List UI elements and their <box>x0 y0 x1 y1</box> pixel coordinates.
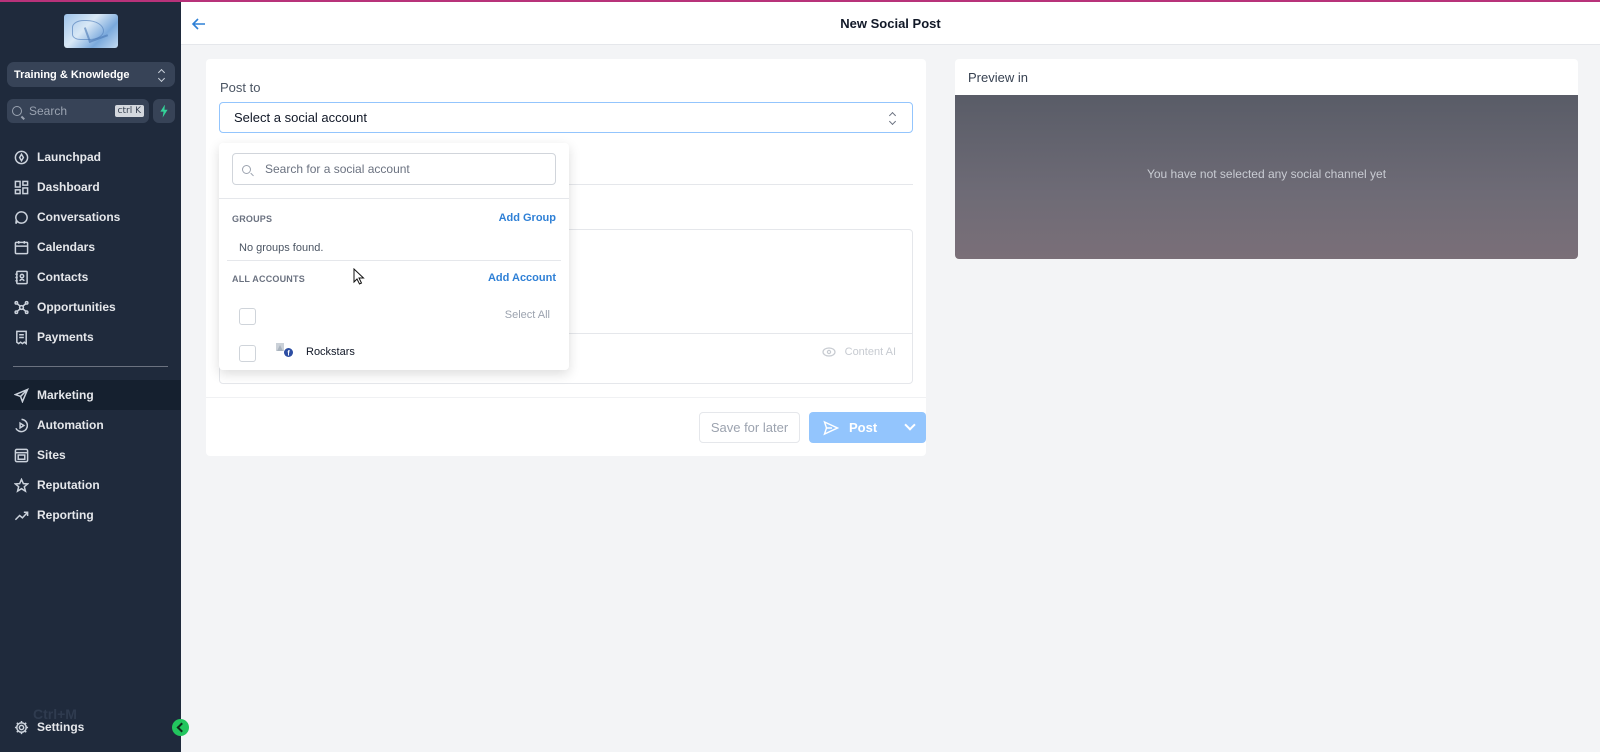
account-search-input[interactable] <box>265 162 545 176</box>
search-label: Search <box>29 104 68 118</box>
sidebar-item-label: Conversations <box>37 210 121 224</box>
collapse-sidebar-button[interactable] <box>172 719 189 736</box>
content-ai-label: Content AI <box>844 346 896 358</box>
composer-footer-divider <box>206 397 926 398</box>
sidebar-item-settings[interactable]: Settings <box>0 713 181 741</box>
sidebar-item-calendars[interactable]: Calendars <box>0 232 181 262</box>
receipt-icon <box>16 330 27 345</box>
post-to-label: Post to <box>220 80 261 95</box>
add-group-link[interactable]: Add Group <box>499 212 556 224</box>
sidebar-item-label: Settings <box>37 720 85 734</box>
star-icon <box>14 477 29 493</box>
sidebar-item-marketing[interactable]: Marketing <box>0 380 181 410</box>
preview-panel: Preview in You have not selected any soc… <box>955 59 1578 259</box>
nav-secondary: Marketing Automation Sites Reputation Re… <box>0 380 181 530</box>
sidebar-item-label: Launchpad <box>37 150 102 164</box>
nav-divider <box>13 366 168 367</box>
groups-heading: GROUPS <box>232 214 273 224</box>
sidebar-item-label: Marketing <box>37 388 94 402</box>
sidebar-item-label: Reporting <box>37 508 94 522</box>
content-ai-button[interactable]: Content AI <box>822 345 896 359</box>
select-all-checkbox[interactable] <box>239 308 256 325</box>
social-account-dropdown: GROUPS Add Group No groups found. ALL AC… <box>219 143 569 370</box>
content-ai-icon <box>822 347 836 357</box>
rocket-icon <box>14 150 29 164</box>
dropdown-divider <box>219 198 569 199</box>
sidebar-item-contacts[interactable]: Contacts <box>0 262 181 292</box>
sidebar: Training & Knowledge Search ctrl K Launc… <box>0 0 181 752</box>
sidebar-item-conversations[interactable]: Conversations <box>0 202 181 232</box>
sidebar-item-automation[interactable]: Automation <box>0 410 181 440</box>
social-account-select[interactable]: Select a social account <box>219 102 913 133</box>
sidebar-item-reporting[interactable]: Reporting <box>0 500 181 530</box>
sidebar-item-dashboard[interactable]: Dashboard <box>0 172 181 202</box>
dropdown-divider <box>227 260 561 261</box>
search-shortcut: ctrl K <box>114 105 144 117</box>
send-icon <box>823 420 839 435</box>
trend-icon <box>14 510 29 520</box>
sidebar-item-label: Automation <box>37 418 104 432</box>
select-all-label[interactable]: Select All <box>505 309 550 321</box>
account-switcher[interactable]: Training & Knowledge <box>7 62 175 87</box>
page-title: New Social Post <box>840 16 941 31</box>
chevron-down-icon[interactable] <box>904 419 916 431</box>
company-logo[interactable] <box>64 14 118 48</box>
sidebar-item-sites[interactable]: Sites <box>0 440 181 470</box>
post-button[interactable]: Post <box>809 412 926 443</box>
page-header: New Social Post <box>181 0 1600 45</box>
sidebar-item-label: Reputation <box>37 478 100 492</box>
preview-body: You have not selected any social channel… <box>955 95 1578 259</box>
automation-icon <box>15 418 29 432</box>
social-account-select-value: Select a social account <box>234 110 367 125</box>
search-icon <box>12 106 22 116</box>
save-for-later-button[interactable]: Save for later <box>699 412 800 443</box>
sidebar-item-label: Calendars <box>37 240 96 254</box>
account-checkbox[interactable] <box>239 345 256 362</box>
add-account-link[interactable]: Add Account <box>488 272 556 284</box>
calendar-icon <box>14 240 29 254</box>
nav-settings: Settings <box>0 713 181 741</box>
sidebar-item-label: Payments <box>37 330 94 344</box>
sidebar-item-label: Opportunities <box>37 300 116 314</box>
preview-empty-message: You have not selected any social channel… <box>1146 167 1387 181</box>
sidebar-item-label: Dashboard <box>37 180 100 194</box>
facebook-account-avatar-icon: f <box>276 343 293 357</box>
chevron-updown-icon <box>888 110 898 126</box>
grid-icon <box>14 180 29 194</box>
sidebar-item-label: Contacts <box>37 270 89 284</box>
chevron-updown-icon <box>157 67 167 83</box>
account-name: Rockstars <box>306 346 355 358</box>
gear-icon <box>14 720 29 734</box>
all-accounts-heading: ALL ACCOUNTS <box>232 274 305 284</box>
account-name: Training & Knowledge <box>14 68 130 81</box>
send-icon <box>14 387 29 403</box>
no-groups-text: No groups found. <box>239 242 324 254</box>
preview-title: Preview in <box>968 70 1028 85</box>
sites-icon <box>14 448 29 462</box>
lightning-icon <box>160 104 168 118</box>
mouse-cursor-icon <box>353 268 365 285</box>
nav-main: Launchpad Dashboard Conversations Calend… <box>0 142 181 352</box>
sidebar-search[interactable]: Search ctrl K <box>7 99 149 123</box>
search-icon <box>242 164 251 174</box>
account-search-field[interactable] <box>232 153 556 185</box>
network-icon <box>14 300 29 314</box>
sidebar-item-launchpad[interactable]: Launchpad <box>0 142 181 172</box>
post-button-label: Post <box>849 420 878 435</box>
sidebar-item-payments[interactable]: Payments <box>0 322 181 352</box>
contacts-icon <box>15 270 28 284</box>
sidebar-item-opportunities[interactable]: Opportunities <box>0 292 181 322</box>
chat-icon <box>15 210 28 224</box>
sidebar-item-label: Sites <box>37 448 66 462</box>
sidebar-item-reputation[interactable]: Reputation <box>0 470 181 500</box>
quick-actions-button[interactable] <box>153 99 175 123</box>
